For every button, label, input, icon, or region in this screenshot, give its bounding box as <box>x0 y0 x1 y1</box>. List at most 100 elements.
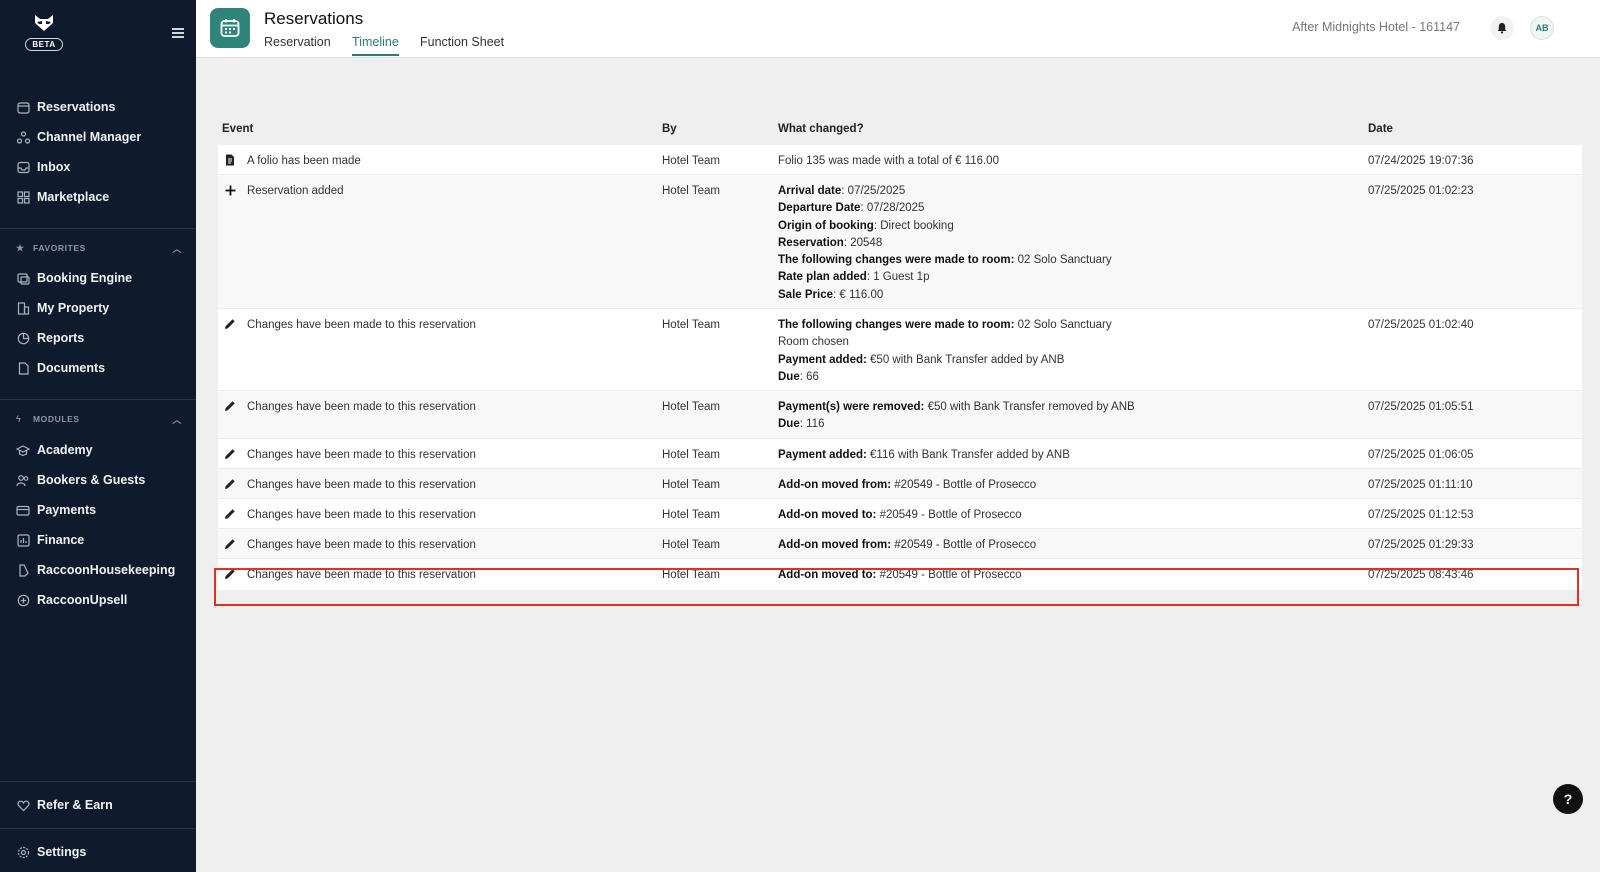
graduation-cap-icon <box>16 443 30 457</box>
event-text: A folio has been made <box>247 155 361 167</box>
star-icon: ★ <box>16 242 25 253</box>
change-line: Room chosen <box>778 334 1112 351</box>
sidebar-divider <box>0 781 196 782</box>
help-button[interactable]: ? <box>1553 784 1583 814</box>
event-text: Changes have been made to this reservati… <box>247 401 476 413</box>
sidebar-item-payments[interactable]: Payments <box>16 499 186 521</box>
sidebar-item-label: Finance <box>37 533 85 547</box>
change-line: Arrival date: 07/25/2025 <box>778 183 1112 200</box>
change-line: Add-on moved to: #20549 - Bottle of Pros… <box>778 507 1022 524</box>
building-icon <box>16 301 30 315</box>
avatar[interactable]: AB <box>1530 16 1554 40</box>
pencil-icon <box>224 447 236 461</box>
logo[interactable]: BETA <box>16 14 72 51</box>
sidebar-item-label: Settings <box>37 845 87 859</box>
finance-icon <box>16 533 30 547</box>
sidebar-item-inbox[interactable]: Inbox <box>16 156 186 178</box>
what-changed: Folio 135 was made with a total of € 116… <box>778 153 999 170</box>
change-value: : 07/25/2025 <box>841 185 906 197</box>
event-text: Changes have been made to this reservati… <box>247 539 476 551</box>
change-label: Payment(s) were removed: <box>778 401 925 413</box>
table-body: A folio has been made Hotel Team Folio 135… <box>218 145 1582 591</box>
change-line: Payment(s) were removed: €50 with Bank T… <box>778 399 1135 416</box>
timeline-table: Event By What changed? Date A folio has … <box>218 115 1582 591</box>
event-text: Changes have been made to this reservati… <box>247 449 476 461</box>
change-label: Reservation <box>778 236 844 249</box>
change-value: : € 116.00 <box>832 288 884 301</box>
change-line: Add-on moved from: #20549 - Bottle of Pr… <box>778 537 1036 554</box>
calendar-icon <box>210 8 250 48</box>
change-label: Payment added: <box>778 449 867 461</box>
change-line: Add-on moved to: #20549 - Bottle of Pros… <box>778 567 1022 584</box>
sidebar-item-channel-manager[interactable]: Channel Manager <box>16 126 186 148</box>
sidebar-item-label: Documents <box>37 361 106 375</box>
sidebar-item-settings[interactable]: Settings <box>16 841 186 863</box>
date-text: 07/25/2025 08:43:46 <box>1368 569 1474 581</box>
card-icon <box>16 503 30 517</box>
booking-icon <box>16 271 30 285</box>
sidebar-item-my-property[interactable]: My Property <box>16 297 186 319</box>
change-label: The following changes were made to room: <box>778 254 1015 267</box>
change-line: Rate plan added: 1 Guest 1p <box>778 269 1112 286</box>
change-value: : 66 <box>799 370 819 383</box>
table-row: Changes have been made to this reservati… <box>218 309 1582 391</box>
sidebar-item-label: RaccoonHousekeeping <box>37 563 176 577</box>
sidebar: BETA Reservations Channel Manager Inbox … <box>0 0 196 872</box>
sidebar-divider <box>0 399 196 400</box>
plus-icon <box>224 183 236 197</box>
tab-function-sheet[interactable]: Function Sheet <box>420 35 504 54</box>
change-label: Origin of booking <box>778 219 874 232</box>
change-label: The following changes were made to room: <box>778 319 1015 331</box>
change-value: : 07/28/2025 <box>860 202 925 215</box>
grid-icon <box>16 190 30 204</box>
change-line: Sale Price: € 116.00 <box>778 287 1112 304</box>
chevron-up-icon[interactable]: ︿ <box>172 242 182 255</box>
pencil-icon <box>224 537 236 551</box>
housekeeping-icon <box>16 563 30 577</box>
by-text: Hotel Team <box>662 319 720 331</box>
table-row: A folio has been made Hotel Team Folio 135… <box>218 145 1582 175</box>
bell-icon[interactable] <box>1490 16 1514 40</box>
hotel-selector[interactable]: After Midnights Hotel - 161147 <box>1292 20 1460 34</box>
pie-chart-icon <box>16 331 30 345</box>
sidebar-item-label: Booking Engine <box>37 271 133 285</box>
menu-toggle-icon[interactable] <box>172 28 184 38</box>
event-text: Changes have been made to this reservati… <box>247 479 476 491</box>
what-changed: Add-on moved to: #20549 - Bottle of Pros… <box>778 507 1022 524</box>
tab-timeline[interactable]: Timeline <box>352 35 399 56</box>
date-text: 07/25/2025 01:02:23 <box>1368 185 1474 197</box>
change-line: The following changes were made to room:… <box>778 317 1112 334</box>
gear-icon <box>16 845 30 859</box>
change-line: Origin of booking: Direct booking <box>778 218 1112 235</box>
tab-reservation[interactable]: Reservation <box>264 35 331 54</box>
bolt-icon: ϟ <box>16 414 22 424</box>
change-value: #20549 - Bottle of Prosecco <box>891 539 1037 551</box>
sidebar-item-bookers-guests[interactable]: Bookers & Guests <box>16 469 186 491</box>
sidebar-item-documents[interactable]: Documents <box>16 357 186 379</box>
change-label: Add-on moved from: <box>778 539 892 551</box>
change-value: : 1 Guest 1p <box>866 271 930 284</box>
change-line: Reservation: 20548 <box>778 235 1112 252</box>
change-value: : 20548 <box>843 236 883 249</box>
sidebar-item-raccoon-housekeeping[interactable]: RaccoonHousekeeping <box>16 559 186 581</box>
sidebar-item-booking-engine[interactable]: Booking Engine <box>16 267 186 289</box>
sidebar-item-raccoon-upsell[interactable]: RaccoonUpsell <box>16 589 186 611</box>
change-value: #20549 - Bottle of Prosecco <box>876 569 1022 581</box>
document-icon <box>224 153 236 167</box>
by-text: Hotel Team <box>662 569 720 581</box>
event-text: Changes have been made to this reservati… <box>247 569 476 581</box>
sidebar-item-marketplace[interactable]: Marketplace <box>16 186 186 208</box>
sidebar-item-finance[interactable]: Finance <box>16 529 186 551</box>
sidebar-item-label: Marketplace <box>37 190 110 204</box>
sidebar-item-label: Bookers & Guests <box>37 473 146 487</box>
sidebar-item-label: Reservations <box>37 100 116 114</box>
pencil-icon <box>224 507 236 521</box>
sidebar-item-reports[interactable]: Reports <box>16 327 186 349</box>
event-text: Reservation added <box>247 185 344 197</box>
change-label: Add-on moved from: <box>778 479 892 491</box>
sidebar-item-refer-earn[interactable]: Refer & Earn <box>16 794 186 816</box>
sidebar-item-reservations[interactable]: Reservations <box>16 96 186 118</box>
by-text: Hotel Team <box>662 155 720 167</box>
chevron-up-icon[interactable]: ︿ <box>172 413 182 426</box>
sidebar-item-academy[interactable]: Academy <box>16 439 186 461</box>
